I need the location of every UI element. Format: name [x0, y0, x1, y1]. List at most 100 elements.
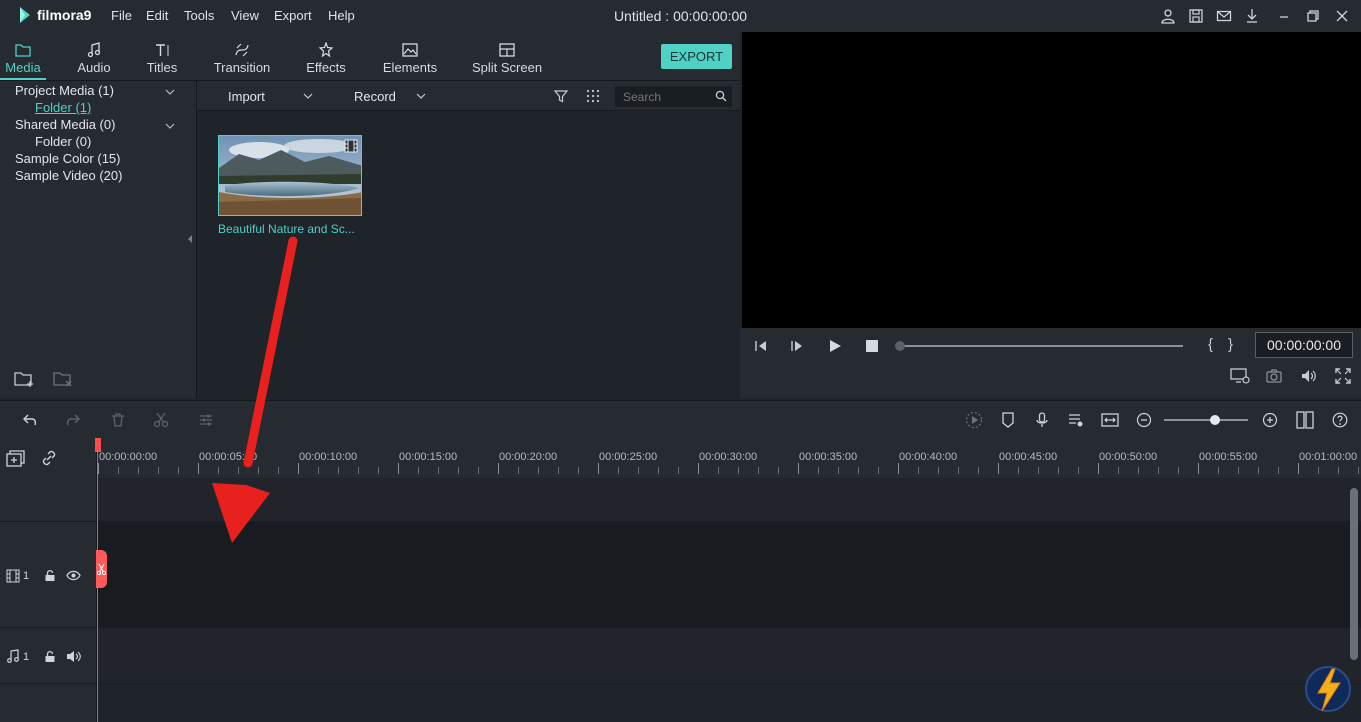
link-icon[interactable] [40, 449, 58, 467]
add-track-icon[interactable] [6, 450, 26, 468]
search-icon[interactable] [715, 90, 727, 102]
ruler-time-label: 00:00:50:00 [1099, 451, 1158, 463]
render-preview-icon[interactable] [965, 411, 983, 429]
fullscreen-icon[interactable] [1335, 368, 1351, 384]
chevron-down-icon[interactable] [416, 91, 426, 101]
audio-track-icon [7, 649, 19, 663]
tree-shared-media[interactable]: Shared Media (0) [15, 117, 115, 132]
record-button[interactable]: Record [354, 89, 396, 104]
ruler-tick [978, 467, 979, 474]
tab-label: Titles [146, 60, 178, 75]
import-button[interactable]: Import [228, 89, 265, 104]
snapshot-icon[interactable] [1266, 368, 1282, 384]
restore-icon[interactable] [1305, 8, 1321, 24]
tree-sample-video[interactable]: Sample Video (20) [15, 168, 122, 183]
timeline-layout-icon[interactable] [1296, 411, 1314, 429]
zoom-in-icon[interactable] [1262, 412, 1278, 428]
next-frame-icon[interactable] [790, 339, 804, 353]
ruler-tick [1198, 463, 1199, 474]
playback-progress-handle[interactable] [895, 341, 905, 351]
ruler-tick [398, 463, 399, 474]
delete-icon[interactable] [110, 412, 126, 428]
title-bar: filmora9 File Edit Tools View Export Hel… [0, 0, 1361, 32]
ruler-time-label: 00:00:40:00 [899, 451, 958, 463]
ruler-tick [338, 467, 339, 474]
display-settings-icon[interactable] [1230, 368, 1250, 384]
redo-icon[interactable] [65, 412, 81, 428]
tree-shared-folder[interactable]: Folder (0) [35, 134, 91, 149]
ruler-tick [1098, 463, 1099, 474]
tree-project-media[interactable]: Project Media (1) [15, 83, 114, 98]
delete-folder-icon[interactable] [53, 370, 73, 388]
annotation-arrow [212, 236, 298, 543]
marker-icon[interactable] [1000, 412, 1016, 428]
tab-effects[interactable]: Effects [300, 32, 352, 80]
player-controls: { } 00:00:00:00 [740, 328, 1361, 398]
audio-track-header: 1 [0, 628, 96, 684]
tree-sample-color[interactable]: Sample Color (15) [15, 151, 121, 166]
export-button[interactable]: EXPORT [661, 44, 732, 69]
audio-track-1[interactable] [97, 628, 1361, 684]
lock-icon[interactable] [44, 569, 56, 582]
help-icon[interactable] [1332, 412, 1348, 428]
previous-frame-icon[interactable] [754, 339, 768, 353]
download-icon[interactable] [1244, 8, 1260, 24]
chevron-down-icon[interactable] [165, 87, 175, 97]
collapse-panel-icon[interactable] [187, 234, 193, 244]
ruler-tick [358, 467, 359, 474]
tab-split-screen[interactable]: Split Screen [468, 32, 546, 80]
tab-audio[interactable]: Audio [70, 32, 118, 80]
grid-view-icon[interactable] [586, 89, 600, 103]
tab-media[interactable]: Media [0, 32, 46, 80]
ruler-tick [458, 467, 459, 474]
tab-label: Media [5, 60, 41, 75]
mark-out-button[interactable]: } [1228, 336, 1233, 353]
cut-icon[interactable] [153, 412, 169, 428]
voiceover-mixer-icon[interactable] [1068, 412, 1084, 428]
playhead-scissors-grip[interactable] [96, 550, 107, 588]
stop-icon[interactable] [865, 339, 879, 353]
chevron-down-icon[interactable] [303, 91, 313, 101]
tab-elements[interactable]: Elements [378, 32, 442, 80]
ruler-tick [158, 467, 159, 474]
playback-progress-track[interactable] [900, 345, 1183, 347]
close-icon[interactable] [1334, 8, 1350, 24]
volume-icon[interactable] [1301, 368, 1317, 384]
tab-transition[interactable]: Transition [208, 32, 276, 80]
play-icon[interactable] [828, 339, 842, 353]
zoom-out-icon[interactable] [1136, 412, 1152, 428]
ruler-tick [738, 467, 739, 474]
microphone-icon[interactable] [1034, 412, 1050, 428]
user-icon[interactable] [1160, 8, 1176, 24]
new-folder-icon[interactable] [14, 370, 34, 388]
ruler-tick [638, 467, 639, 474]
ruler-tick [1358, 467, 1359, 474]
fit-timeline-icon[interactable] [1101, 412, 1119, 428]
tree-project-folder[interactable]: Folder (1) [35, 100, 91, 115]
filter-icon[interactable] [554, 89, 568, 103]
chevron-down-icon[interactable] [165, 121, 175, 131]
lock-icon[interactable] [44, 650, 56, 663]
zoom-slider-track[interactable] [1164, 419, 1248, 421]
mail-icon[interactable] [1216, 8, 1232, 24]
minimize-icon[interactable] [1276, 8, 1292, 24]
eye-icon[interactable] [66, 570, 81, 581]
ruler-tick [1278, 467, 1279, 474]
tab-titles[interactable]: Titles [140, 32, 184, 80]
transition-icon [235, 43, 249, 57]
ruler-time-label: 00:00:45:00 [999, 451, 1058, 463]
zoom-slider-handle[interactable] [1210, 415, 1220, 425]
playhead-handle[interactable] [95, 438, 101, 452]
undo-icon[interactable] [22, 412, 38, 428]
timeline-vertical-scrollbar[interactable] [1350, 488, 1358, 660]
speaker-icon[interactable] [66, 650, 81, 663]
mark-in-button[interactable]: { [1208, 336, 1213, 353]
ruler-tick [938, 467, 939, 474]
empty-track-header [0, 478, 96, 522]
ruler-tick [138, 467, 139, 474]
save-icon[interactable] [1188, 8, 1204, 24]
watermark-badge-icon [1305, 666, 1351, 712]
empty-track[interactable] [97, 684, 1361, 722]
media-thumbnail[interactable] [218, 135, 362, 216]
ruler-tick [1338, 467, 1339, 474]
